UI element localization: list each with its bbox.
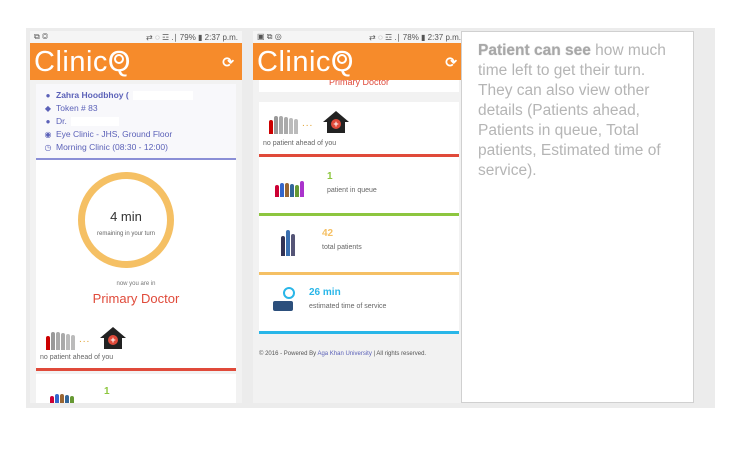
doctor-icon: ●	[45, 117, 51, 126]
logo-q: Q	[108, 45, 131, 79]
waiting-chair-icon	[271, 287, 301, 315]
patients-in-queue-card: 1 patient in queue	[259, 157, 459, 216]
app-header: ClinicQ ⟳	[253, 43, 465, 80]
redaction-box	[70, 117, 119, 126]
total-count: 42	[322, 228, 334, 239]
status-bar: ⧉ ◎ ⇄ ◌ ☲ .∣ 79% ▮ 2:37 p.m.	[30, 31, 242, 43]
queue-count: 1	[327, 171, 333, 182]
app-logo: ClinicQ	[34, 45, 131, 79]
redaction-box	[132, 91, 193, 100]
patients-ahead-card: ... + no patient ahead of you	[259, 102, 459, 157]
description-text: how much time left to get their turn. Th…	[478, 42, 666, 179]
logo-q: Q	[331, 45, 354, 79]
description-bold: Patient can see	[478, 42, 591, 59]
location-pin-icon: ◉	[44, 130, 52, 139]
queue-people-icon	[269, 112, 299, 134]
station-title-cut: Primary Doctor	[259, 80, 459, 92]
patients-in-queue-card-partial: 1	[36, 374, 236, 403]
footer-prefix: © 2016 - Powered By	[259, 351, 318, 357]
timer-ring: 4 min remaining in your turn	[78, 172, 174, 268]
token-row: ◆ Token # 83	[44, 102, 228, 115]
queue-people-icon	[46, 328, 76, 350]
footer-suffix: | All rights reserved.	[371, 351, 427, 357]
app-header: ClinicQ ⟳	[30, 43, 242, 80]
clinic-house-icon: +	[323, 111, 349, 133]
queue-people-icon	[50, 388, 75, 403]
session-row: ◷ Morning Clinic (08:30 - 12:00)	[44, 141, 228, 154]
ahead-dots: ...	[302, 118, 314, 129]
patients-ahead-label: no patient ahead of you	[263, 140, 337, 147]
total-patients-card: 42 total patients	[259, 216, 459, 275]
estimated-time-card: 26 min estimated time of service	[259, 275, 459, 334]
phone-screen-1: ⧉ ◎ ⇄ ◌ ☲ .∣ 79% ▮ 2:37 p.m. ClinicQ ⟳ ●…	[30, 31, 242, 403]
patient-name-row: ● Zahra Hoodbhoy (	[44, 89, 228, 102]
status-bar: ▣ ⧉ ◎ ⇄ ◌ ☲ .∣ 78% ▮ 2:37 p.m.	[253, 31, 465, 43]
footer-university-link[interactable]: Aga Khan University	[317, 351, 371, 357]
estimated-time-value: 26 min	[309, 287, 341, 298]
queue-label: patient in queue	[327, 187, 377, 194]
estimated-time-label: estimated time of service	[309, 303, 387, 310]
time-remaining-value: 4 min	[110, 209, 142, 224]
doctor-name: Dr.	[56, 116, 67, 126]
patient-info-card: ● Zahra Hoodbhoy ( ◆ Token # 83 ● Dr. ◉ …	[36, 84, 236, 160]
crowd-icon	[281, 228, 296, 256]
refresh-icon[interactable]: ⟳	[445, 54, 457, 71]
doctor-row: ● Dr.	[44, 115, 228, 128]
current-station-caption: now you are in	[116, 281, 156, 287]
clinic-house-icon: +	[100, 327, 126, 349]
status-right-info: ⇄ ◌ ☲ .∣ 78% ▮ 2:37 p.m.	[369, 32, 461, 42]
ahead-dots: ...	[79, 334, 91, 345]
person-icon: ●	[45, 91, 51, 100]
clock-icon: ◷	[44, 143, 52, 152]
status-left-icons: ▣ ⧉ ◎	[257, 32, 282, 41]
token-number: Token # 83	[56, 103, 98, 113]
patients-ahead-label: no patient ahead of you	[40, 354, 114, 361]
clinic-row: ◉ Eye Clinic - JHS, Ground Floor	[44, 128, 228, 141]
status-right-info: ⇄ ◌ ☲ .∣ 79% ▮ 2:37 p.m.	[146, 32, 238, 42]
queue-count-partial: 1	[104, 386, 110, 397]
time-remaining-caption: remaining in your turn	[96, 231, 156, 237]
phone-screen-2: ▣ ⧉ ◎ ⇄ ◌ ☲ .∣ 78% ▮ 2:37 p.m. ClinicQ ⟳…	[253, 31, 465, 403]
footer: © 2016 - Powered By Aga Khan University …	[259, 348, 459, 360]
status-left-icons: ⧉ ◎	[34, 32, 49, 41]
logo-q-dot-icon	[336, 54, 347, 64]
clinic-location: Eye Clinic - JHS, Ground Floor	[56, 129, 173, 139]
clinic-session: Morning Clinic (08:30 - 12:00)	[56, 142, 168, 152]
logo-q-dot-icon	[113, 54, 124, 64]
patient-name: Zahra Hoodbhoy (	[56, 90, 129, 100]
total-label: total patients	[322, 244, 362, 251]
patients-ahead-card: ... + no patient ahead of you	[36, 320, 236, 371]
wait-timer-panel: 4 min remaining in your turn now you are…	[36, 160, 236, 320]
description-panel: Patient can see how much time left to ge…	[461, 31, 694, 403]
logo-text: Clinic	[257, 46, 331, 78]
tag-icon: ◆	[44, 104, 52, 113]
app-logo: ClinicQ	[257, 45, 354, 79]
refresh-icon[interactable]: ⟳	[222, 54, 234, 71]
queue-people-icon	[275, 175, 305, 197]
logo-text: Clinic	[34, 46, 108, 78]
current-station: Primary Doctor	[92, 291, 180, 306]
